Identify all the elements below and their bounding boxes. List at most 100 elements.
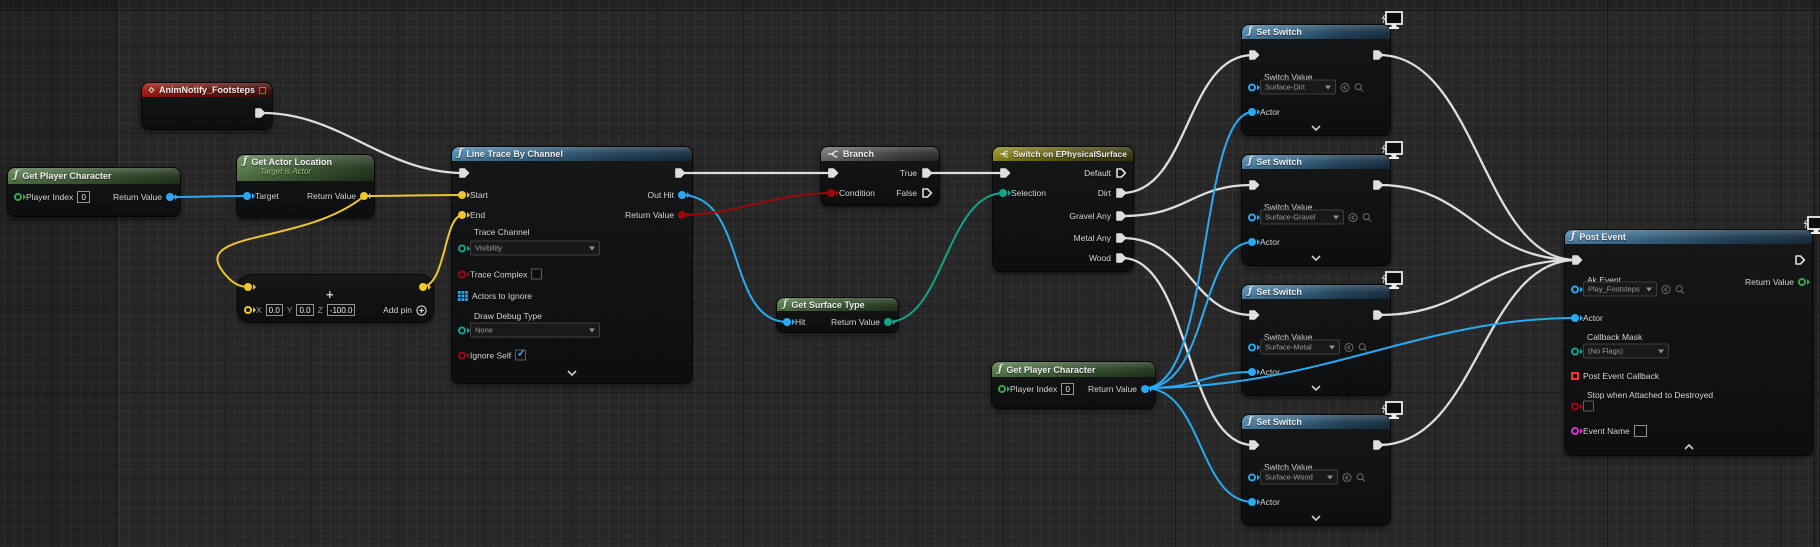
start-pin[interactable] xyxy=(458,191,466,199)
use-selected-icon[interactable] xyxy=(1340,82,1350,92)
y-field[interactable]: 0.0 xyxy=(296,304,313,316)
ignore-self-pin[interactable] xyxy=(458,351,466,359)
exec-in-pin[interactable] xyxy=(1248,49,1260,61)
node-get-player-character-2[interactable]: ƒ Get Player Character Player Index 0 Re… xyxy=(992,362,1155,408)
expand-node-chevron[interactable] xyxy=(1310,515,1322,521)
hit-pin[interactable] xyxy=(783,318,791,326)
add-pin-button[interactable] xyxy=(416,305,427,316)
return-value-pin[interactable] xyxy=(1798,278,1806,286)
case-dirt-exec-pin[interactable] xyxy=(1115,187,1127,199)
browse-icon[interactable] xyxy=(1675,284,1685,294)
browse-icon[interactable] xyxy=(1358,342,1368,352)
false-exec-pin[interactable] xyxy=(921,187,933,199)
node-get-actor-location[interactable]: ƒ Get Actor Location Target is Actor Tar… xyxy=(237,155,374,217)
actor-pin[interactable] xyxy=(1248,108,1256,116)
use-selected-icon[interactable] xyxy=(1344,342,1354,352)
node-set-switch-gravel[interactable]: ƒ Set Switch Switch Value Surface-Gravel… xyxy=(1242,155,1390,265)
return-value-pin[interactable] xyxy=(884,318,892,326)
exec-out-pin[interactable] xyxy=(1372,309,1384,321)
node-header[interactable]: ƒ Set Switch xyxy=(1242,285,1390,299)
draw-debug-type-pin[interactable] xyxy=(458,326,466,334)
add-output-pin[interactable] xyxy=(419,283,427,291)
player-index-field[interactable]: 0 xyxy=(1061,383,1074,395)
exec-in-pin[interactable] xyxy=(1571,254,1583,266)
exec-out-pin[interactable] xyxy=(1372,439,1384,451)
collapse-node-chevron[interactable] xyxy=(1683,444,1695,450)
node-branch[interactable]: Branch True Condition False xyxy=(821,147,939,205)
ak-event-pin[interactable] xyxy=(1571,285,1579,293)
node-header[interactable]: ƒ Post Event xyxy=(1565,230,1812,244)
ak-event-dropdown[interactable]: Play_Footsteps xyxy=(1583,282,1657,297)
exec-in-pin[interactable] xyxy=(1248,179,1260,191)
z-field[interactable]: -100.0 xyxy=(327,304,356,316)
use-selected-icon[interactable] xyxy=(1661,284,1671,294)
post-event-callback-pin[interactable] xyxy=(1571,372,1579,380)
exec-out-pin[interactable] xyxy=(1372,179,1384,191)
browse-icon[interactable] xyxy=(1362,212,1372,222)
return-value-pin[interactable] xyxy=(678,211,686,219)
node-header[interactable]: ƒ Get Player Character xyxy=(992,362,1155,377)
end-pin[interactable] xyxy=(458,211,466,219)
case-gravel-exec-pin[interactable] xyxy=(1115,210,1127,222)
switch-value-pin[interactable] xyxy=(1248,473,1256,481)
x-field[interactable]: 0.0 xyxy=(266,304,283,316)
exec-out-pin[interactable] xyxy=(1372,49,1384,61)
exec-in-pin[interactable] xyxy=(827,167,839,179)
trace-complex-checkbox[interactable] xyxy=(531,269,542,280)
actor-pin[interactable] xyxy=(1571,314,1579,322)
node-set-switch-metal[interactable]: ƒ Set Switch Switch Value Surface-Metal … xyxy=(1242,285,1390,395)
node-set-switch-dirt[interactable]: ƒ Set Switch Switch Value Surface-Dirt A… xyxy=(1242,25,1390,135)
switch-value-dropdown[interactable]: Surface-Gravel xyxy=(1260,210,1344,225)
exec-out-pin[interactable] xyxy=(254,107,266,119)
trace-channel-pin[interactable] xyxy=(458,244,466,252)
callback-mask-pin[interactable] xyxy=(1571,347,1579,355)
player-index-field[interactable]: 0 xyxy=(77,191,90,203)
add-input-b-pin[interactable] xyxy=(244,306,252,314)
switch-value-dropdown[interactable]: Surface-Dirt xyxy=(1260,80,1336,95)
case-wood-exec-pin[interactable] xyxy=(1115,252,1127,264)
return-value-pin[interactable] xyxy=(166,193,174,201)
switch-value-dropdown[interactable]: Surface-Wood xyxy=(1260,470,1338,485)
switch-value-dropdown[interactable]: Surface-Metal xyxy=(1260,340,1340,355)
node-switch-on-ephysicalsurface[interactable]: Switch on EPhysicalSurface Default Selec… xyxy=(993,147,1133,271)
actor-pin[interactable] xyxy=(1248,498,1256,506)
exec-in-pin[interactable] xyxy=(999,167,1011,179)
node-header[interactable]: AnimNotify_Footsteps xyxy=(142,83,272,97)
switch-value-pin[interactable] xyxy=(1248,343,1256,351)
node-header[interactable]: Branch xyxy=(821,147,939,161)
default-exec-pin[interactable] xyxy=(1115,167,1127,179)
node-header[interactable]: ƒ Set Switch xyxy=(1242,415,1390,429)
target-pin[interactable] xyxy=(243,192,251,200)
player-index-pin[interactable] xyxy=(14,193,22,201)
callback-mask-dropdown[interactable]: (No Flags) xyxy=(1583,344,1669,359)
switch-value-pin[interactable] xyxy=(1248,213,1256,221)
exec-in-pin[interactable] xyxy=(1248,309,1260,321)
node-post-event[interactable]: ƒ Post Event Ak Event Return Value Play_… xyxy=(1565,230,1812,455)
out-hit-pin[interactable] xyxy=(678,191,686,199)
browse-icon[interactable] xyxy=(1356,472,1366,482)
expand-node-chevron[interactable] xyxy=(1310,385,1322,391)
actor-pin[interactable] xyxy=(1248,238,1256,246)
blueprint-graph-canvas[interactable] xyxy=(0,0,1820,547)
node-header[interactable]: ƒ Set Switch xyxy=(1242,155,1390,169)
event-name-pin[interactable] xyxy=(1571,427,1579,435)
switch-value-pin[interactable] xyxy=(1248,83,1256,91)
true-exec-pin[interactable] xyxy=(921,167,933,179)
exec-out-pin[interactable] xyxy=(674,167,686,179)
node-header[interactable]: ƒ Line Trace By Channel xyxy=(452,147,692,161)
exec-in-pin[interactable] xyxy=(1248,439,1260,451)
array-pin-icon[interactable] xyxy=(458,291,468,301)
node-header[interactable]: Switch on EPhysicalSurface xyxy=(993,147,1133,161)
exec-out-pin[interactable] xyxy=(1794,254,1806,266)
case-metal-exec-pin[interactable] xyxy=(1115,232,1127,244)
actor-pin[interactable] xyxy=(1248,368,1256,376)
expand-node-chevron[interactable] xyxy=(1310,255,1322,261)
ignore-self-checkbox[interactable] xyxy=(515,350,526,361)
node-add-vector[interactable]: + X 0.0 Y 0.0 Z -100.0 Add pin xyxy=(238,275,433,322)
use-selected-icon[interactable] xyxy=(1348,212,1358,222)
draw-debug-type-dropdown[interactable]: None xyxy=(470,323,600,338)
expand-node-chevron[interactable] xyxy=(1310,125,1322,131)
return-value-pin[interactable] xyxy=(360,192,368,200)
trace-complex-pin[interactable] xyxy=(458,270,466,278)
stop-when-attached-checkbox[interactable] xyxy=(1583,401,1594,412)
